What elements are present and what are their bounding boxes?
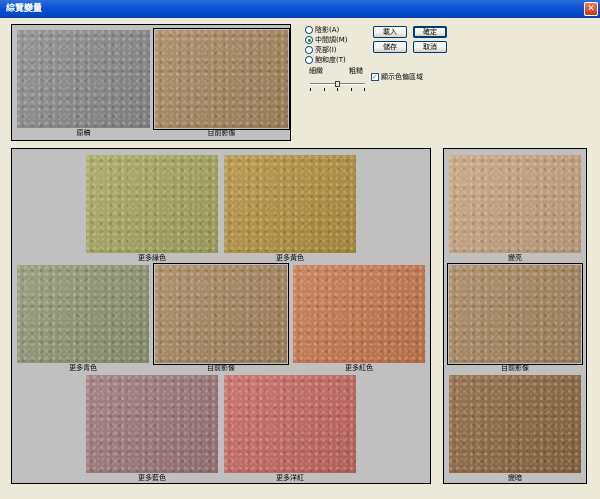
preview-panel: 原稿 目前影像 [11,24,291,141]
radio-indicator[interactable] [305,26,313,34]
variation-more-cyan[interactable]: 更多青色 [17,265,149,373]
show-clipping-checkbox[interactable]: ✓ 顯示色偏區域 [371,72,423,82]
brightness-swatch[interactable] [449,155,581,253]
brightness-label: 目前影像 [501,364,529,372]
radio-indicator[interactable] [305,46,313,54]
color-variations-panel: 更多綠色 更多黃色 更多青色 目前影像 更多紅色 更多藍色 更多洋紅 [11,148,431,484]
variation-swatch[interactable] [17,265,149,363]
slider-tick [364,88,365,91]
variations-dialog: 綜覽變量 ✕ 原稿 目前影像 陰影(A) 中間調(M) 亮部(I) 飽和度(T)… [0,0,600,499]
close-icon[interactable]: ✕ [584,2,598,16]
variation-more-yellow[interactable]: 更多黃色 [224,155,356,263]
variation-swatch[interactable] [86,375,218,473]
radio-shadows[interactable]: 陰影(A) [305,25,339,35]
brightness-label: 變亮 [508,254,522,262]
original-swatch [17,30,150,128]
variation-label: 更多綠色 [138,254,166,262]
slider-tick [337,88,338,91]
current-preview: 目前影像 [153,28,290,138]
original-label: 原稿 [76,129,91,137]
radio-highlights[interactable]: 亮部(I) [305,45,337,55]
variation-label: 更多藍色 [138,474,166,482]
fine-label: 細緻 [309,67,323,75]
load-button[interactable]: 載入 [373,26,407,38]
title-bar: 綜覽變量 ✕ [0,0,600,18]
checkbox-label: 顯示色偏區域 [381,73,423,81]
current-label: 目前影像 [207,129,236,137]
variation-more-blue[interactable]: 更多藍色 [86,375,218,483]
variation-more-red[interactable]: 更多紅色 [293,265,425,373]
cancel-button[interactable]: 取消 [413,41,447,53]
brightness-label: 變暗 [508,474,522,482]
brightness-swatch[interactable] [449,375,581,473]
variation-swatch [153,263,289,365]
radio-saturation[interactable]: 飽和度(T) [305,55,346,65]
radio-indicator[interactable] [305,56,313,64]
radio-label: 陰影(A) [315,26,340,34]
variation-swatch[interactable] [224,375,356,473]
variation-label: 目前影像 [207,364,235,372]
variation-more-magenta[interactable]: 更多洋紅 [224,375,356,483]
slider-tick [351,88,352,91]
brightness-darker[interactable]: 變暗 [449,375,581,483]
coarse-label: 粗糙 [349,67,363,75]
brightness-current: 目前影像 [447,263,583,373]
variation-label: 更多紅色 [345,364,373,372]
ok-button[interactable]: 確定 [413,26,447,38]
slider-thumb[interactable] [334,81,340,87]
variation-swatch[interactable] [293,265,425,363]
radio-label: 亮部(I) [315,46,337,54]
window-title: 綜覽變量 [6,4,43,14]
radio-midtones[interactable]: 中間調(M) [305,35,348,45]
variation-swatch[interactable] [224,155,356,253]
original-preview: 原稿 [17,30,150,138]
brightness-swatch [447,263,583,365]
checkbox-box[interactable]: ✓ [371,73,379,81]
current-swatch [153,28,290,130]
variation-current: 目前影像 [153,263,289,373]
radio-label: 飽和度(T) [315,56,346,64]
variation-label: 更多黃色 [276,254,304,262]
variation-more-green[interactable]: 更多綠色 [86,155,218,263]
variation-label: 更多洋紅 [276,474,304,482]
variation-swatch[interactable] [86,155,218,253]
brightness-panel: 變亮 目前影像 變暗 [443,148,587,484]
slider-tick [310,88,311,91]
radio-label: 中間調(M) [315,36,348,44]
radio-indicator[interactable] [305,36,313,44]
save-button[interactable]: 儲存 [373,41,407,53]
variation-label: 更多青色 [69,364,97,372]
brightness-lighter[interactable]: 變亮 [449,155,581,263]
slider-tick [324,88,325,91]
